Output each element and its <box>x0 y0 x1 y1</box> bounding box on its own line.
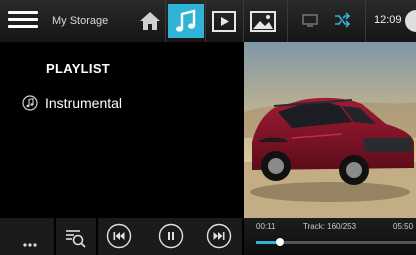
previous-track-icon[interactable] <box>106 223 132 249</box>
elapsed-time: 00:11 <box>256 222 276 231</box>
playlist-item-label: Instrumental <box>45 95 123 111</box>
more-options-button[interactable] <box>23 234 37 252</box>
album-art <box>244 42 416 218</box>
clock: 12:09 <box>374 14 402 26</box>
more-dots-icon <box>23 243 37 247</box>
music-note-icon <box>22 95 38 111</box>
progress-bar[interactable] <box>256 238 416 246</box>
total-time: 05:50 <box>393 222 414 231</box>
storage-source-label[interactable]: My Storage <box>52 15 108 27</box>
playlist-title: PLAYLIST <box>46 61 111 76</box>
video-tab-icon[interactable] <box>208 8 240 35</box>
image-tab-icon[interactable] <box>246 8 280 35</box>
progress-knob[interactable] <box>276 238 284 246</box>
menu-button[interactable] <box>8 11 38 31</box>
mode-segment <box>288 0 366 42</box>
playlist-panel <box>0 42 244 218</box>
top-bar: My Storage 12:09 <box>0 0 416 42</box>
screen-mode-icon[interactable] <box>302 13 318 27</box>
music-tab[interactable] <box>168 4 204 38</box>
next-track-icon[interactable] <box>206 223 232 249</box>
list-search-icon[interactable] <box>64 227 88 249</box>
settings-button[interactable] <box>405 10 416 32</box>
track-counter: Track: 160/253 <box>303 222 357 231</box>
shuffle-icon[interactable] <box>333 11 351 29</box>
home-icon[interactable] <box>138 10 162 32</box>
music-note-icon <box>176 9 196 32</box>
pause-icon[interactable] <box>158 223 184 249</box>
